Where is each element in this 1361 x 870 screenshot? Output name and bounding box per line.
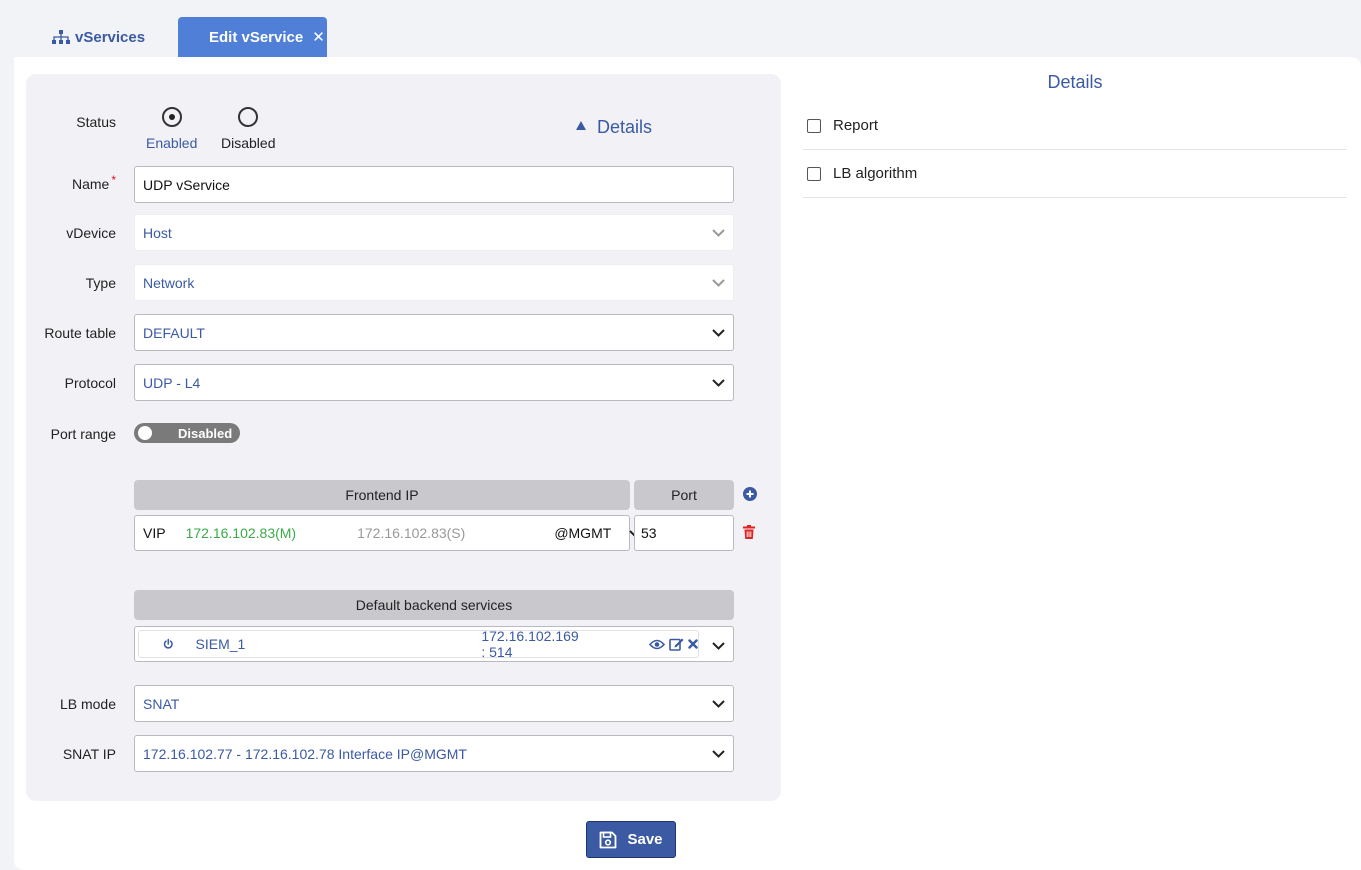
backend-service-row[interactable]: SIEM_1 172.16.102.169 : 514 — [134, 626, 734, 662]
vip-interface: @MGMT — [554, 525, 612, 541]
protocol-select[interactable]: UDP - L4 — [134, 364, 734, 401]
close-icon[interactable]: ✕ — [312, 28, 325, 46]
chevron-down-icon — [703, 328, 733, 337]
name-label: Name * — [71, 173, 116, 192]
toggle-state-label: Disabled — [178, 425, 233, 441]
lb-algorithm-label: LB algorithm — [833, 165, 918, 182]
save-icon — [600, 831, 617, 848]
name-value: UDP vService — [143, 176, 230, 193]
lb-mode-value: SNAT — [143, 695, 180, 712]
vip-label: VIP — [143, 525, 166, 541]
tab-vservices[interactable]: vServices — [52, 17, 145, 57]
type-select: Network — [134, 264, 734, 301]
tab-edit-vservice[interactable]: Edit vService ✕ — [178, 17, 327, 57]
frontend-ip-header: Frontend IP — [134, 480, 630, 510]
port-input[interactable]: 53 — [634, 515, 734, 551]
edit-icon[interactable] — [669, 637, 684, 651]
details-toggle[interactable]: Details — [576, 117, 652, 138]
chevron-down-icon — [703, 228, 733, 237]
chevron-down-icon — [703, 278, 733, 287]
chevron-down-icon — [703, 378, 733, 387]
port-header: Port — [634, 480, 734, 510]
save-button[interactable]: Save — [586, 821, 676, 858]
snat-ip-value: 172.16.102.77 - 172.16.102.78 Interface … — [143, 745, 467, 762]
lb-mode-select[interactable]: SNAT — [134, 685, 734, 722]
protocol-value: UDP - L4 — [143, 374, 201, 391]
name-input[interactable]: UDP vService — [134, 166, 734, 203]
route-table-label: Route table — [44, 325, 116, 341]
frontend-ip-select[interactable]: VIP 172.16.102.83(M) 172.16.102.83(S) @M… — [134, 515, 643, 551]
eye-icon[interactable] — [649, 639, 665, 650]
lb-mode-label: LB mode — [59, 696, 116, 712]
vdevice-label: vDevice — [66, 225, 116, 241]
tab-edit-label: Edit vService — [209, 28, 304, 46]
lb-algorithm-checkbox[interactable] — [807, 166, 821, 181]
power-icon[interactable] — [163, 637, 174, 651]
type-label: Type — [85, 275, 116, 291]
port-range-label: Port range — [50, 426, 116, 442]
trash-icon[interactable] — [743, 525, 755, 539]
vdevice-value: Host — [143, 224, 172, 241]
sitemap-icon — [52, 30, 70, 44]
right-panel-title: Details — [1047, 72, 1103, 92]
radio-enabled-label: Enabled — [146, 135, 198, 151]
details-toggle-label: Details — [597, 117, 653, 137]
radio-disabled[interactable] — [238, 107, 259, 127]
chevron-down-icon — [703, 699, 733, 708]
details-item-lb-algorithm[interactable]: LB algorithm — [803, 150, 1347, 198]
report-label: Report — [833, 117, 879, 134]
snat-ip-label: SNAT IP — [62, 746, 116, 762]
route-table-value: DEFAULT — [143, 324, 205, 341]
tab-bar: vServices Edit vService ✕ — [0, 0, 1361, 57]
snat-ip-select[interactable]: 172.16.102.77 - 172.16.102.78 Interface … — [134, 735, 734, 772]
tab-vservices-label: vServices — [75, 28, 146, 46]
radio-enabled[interactable] — [161, 107, 182, 127]
chevron-down-icon[interactable] — [712, 637, 725, 653]
route-table-select[interactable]: DEFAULT — [134, 314, 734, 351]
status-disabled-option[interactable]: Disabled — [221, 107, 275, 151]
details-item-report[interactable]: Report — [803, 102, 1347, 150]
triangle-up-icon — [576, 121, 586, 130]
protocol-label: Protocol — [64, 375, 116, 391]
vip-master-ip: 172.16.102.83(M) — [185, 525, 297, 541]
type-value: Network — [143, 274, 195, 291]
chevron-down-icon — [703, 749, 733, 758]
backend-services-header: Default backend services — [134, 590, 734, 620]
status-label: Status — [76, 114, 116, 130]
save-label: Save — [627, 831, 663, 848]
backend-service-address: 172.16.102.169 : 514 — [481, 628, 579, 660]
remove-icon[interactable] — [688, 639, 698, 649]
backend-service-item: SIEM_1 172.16.102.169 : 514 — [138, 628, 699, 660]
port-value: 53 — [641, 525, 657, 541]
port-range-toggle[interactable]: Disabled — [134, 423, 240, 443]
plus-circle-icon[interactable] — [743, 487, 757, 501]
vdevice-select: Host — [134, 214, 734, 251]
status-enabled-option[interactable]: Enabled — [146, 107, 197, 151]
backend-service-name: SIEM_1 — [195, 636, 246, 652]
radio-disabled-label: Disabled — [221, 135, 276, 151]
toggle-knob — [138, 426, 152, 440]
report-checkbox[interactable] — [807, 118, 821, 133]
vip-slave-ip: 172.16.102.83(S) — [357, 525, 466, 541]
